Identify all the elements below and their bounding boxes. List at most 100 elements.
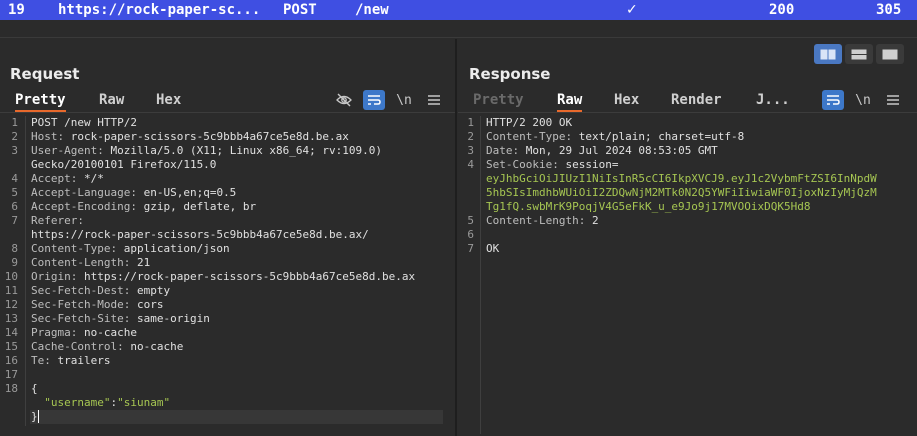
line-number: 8	[11, 242, 18, 255]
code-token: Content-Length:	[31, 256, 137, 269]
code-line: Sec-Fetch-Dest: empty	[31, 284, 170, 298]
code-token: Content-Type:	[31, 242, 124, 255]
request-pane: Request Pretty Raw Hex \n 1 POST /new HTT…	[0, 39, 455, 436]
line-number: 1	[467, 116, 474, 129]
code-token: Mozilla/5.0 (X11; Linux x86_64; rv:109.0…	[110, 144, 383, 157]
code-line: Pragma: no-cache	[31, 326, 137, 340]
newline-icon[interactable]: \n	[852, 90, 874, 110]
response-tab-json[interactable]: J...	[756, 91, 790, 113]
code-token: "username"	[31, 396, 111, 409]
history-row-host: https://rock-paper-sc...	[58, 2, 261, 18]
line-number: 9	[11, 256, 18, 269]
code-line: Referer:	[31, 214, 84, 228]
code-line: 5hbSIsImdhbWUiOiI2ZDQwNjM2MTk0N2Q5YWFiIi…	[486, 186, 877, 200]
code-token: https://rock-paper-scissors-5c9bbb4a67ce…	[31, 228, 369, 241]
code-line: Sec-Fetch-Site: same-origin	[31, 312, 210, 326]
history-row-status: 200	[769, 2, 795, 18]
code-token: OK	[486, 242, 500, 255]
line-number: 6	[467, 228, 474, 241]
request-tab-raw[interactable]: Raw	[99, 91, 124, 113]
code-token: Referer:	[31, 214, 84, 227]
response-tab-hex[interactable]: Hex	[614, 91, 639, 113]
split-vertical-icon[interactable]	[814, 44, 842, 64]
code-token: application/json	[123, 242, 230, 255]
response-title: Response	[469, 65, 551, 83]
code-token: trailers	[57, 354, 111, 367]
menu-icon[interactable]	[423, 90, 445, 110]
code-token: Accept:	[31, 172, 84, 185]
request-tabs: Pretty Raw Hex	[0, 91, 455, 113]
line-number: 1	[11, 116, 18, 129]
code-token: Sec-Fetch-Dest:	[31, 284, 137, 297]
line-number: 14	[4, 326, 18, 339]
history-row-selected[interactable]: 19 https://rock-paper-sc... POST /new ✓ …	[0, 0, 917, 20]
wrap-icon[interactable]	[363, 90, 385, 110]
code-token: POST /new HTTP/2	[31, 116, 137, 129]
request-tab-pretty[interactable]: Pretty	[15, 91, 66, 113]
code-token: rock-paper-scissors-5c9bbb4a67ce5e8d.be.…	[70, 130, 349, 143]
newline-icon[interactable]: \n	[393, 90, 415, 110]
response-tab-pretty[interactable]: Pretty	[473, 91, 524, 113]
code-token: en-US,en;q=0.5	[143, 186, 237, 199]
code-line: Date: Mon, 29 Jul 2024 08:53:05 GMT	[486, 144, 718, 158]
pane-divider[interactable]	[455, 39, 457, 436]
line-number: 7	[467, 242, 474, 255]
code-token: HTTP/2 200 OK	[486, 116, 573, 129]
line-number: 6	[11, 200, 18, 213]
code-line: Accept: */*	[31, 172, 104, 186]
code-line: eyJhbGciOiJIUzI1NiIsInR5cCI6IkpXVCJ9.eyJ…	[486, 172, 877, 186]
code-line: Accept-Language: en-US,en;q=0.5	[31, 186, 236, 200]
code-token: 2	[591, 214, 599, 227]
code-line: Sec-Fetch-Mode: cors	[31, 298, 163, 312]
line-number: 11	[4, 284, 18, 297]
line-number: 3	[11, 144, 18, 157]
wrap-icon[interactable]	[822, 90, 844, 110]
code-token: Accept-Language:	[31, 186, 144, 199]
request-tab-hex[interactable]: Hex	[156, 91, 181, 113]
line-number: 18	[4, 382, 18, 395]
split-horizontal-icon[interactable]	[845, 44, 873, 64]
code-token: Sec-Fetch-Mode:	[31, 298, 137, 311]
code-token: gzip, deflate, br	[143, 200, 257, 213]
line-number: 15	[4, 340, 18, 353]
history-row-method: POST	[283, 2, 317, 18]
line-number: 2	[11, 130, 18, 143]
code-line: Origin: https://rock-paper-scissors-5c9b…	[31, 270, 415, 284]
line-number: 7	[11, 214, 18, 227]
request-editor[interactable]: 1 POST /new HTTP/2 2 Host: rock-paper-sciss…	[0, 116, 445, 434]
code-line: {	[31, 382, 38, 396]
code-line: Accept-Encoding: gzip, deflate, br	[31, 200, 256, 214]
code-token: Tg1fQ.swbMrK9PoqjV4G5eFkK_u_e9Jo9j17MVOO…	[486, 200, 811, 213]
line-number: 5	[467, 214, 474, 227]
code-token: Mon, 29 Jul 2024 08:53:05 GMT	[525, 144, 718, 157]
code-token: Cache-Control:	[31, 340, 131, 353]
code-line: Gecko/20100101 Firefox/115.0	[31, 158, 216, 172]
single-pane-icon[interactable]	[876, 44, 904, 64]
code-token: Accept-Encoding:	[31, 200, 144, 213]
line-number: 2	[467, 130, 474, 143]
code-token: 21	[136, 256, 151, 269]
line-number: 10	[4, 270, 18, 283]
response-tab-render[interactable]: Render	[671, 91, 722, 113]
hide-eye-icon[interactable]	[333, 90, 355, 110]
checkmark-icon: ✓	[626, 2, 638, 18]
request-tabs-underline	[0, 112, 455, 113]
line-number: 12	[4, 298, 18, 311]
code-token: empty	[136, 284, 171, 297]
code-line: Content-Length: 21	[31, 256, 150, 270]
line-number: 4	[467, 158, 474, 171]
code-token: same-origin	[136, 312, 210, 325]
code-line: Te: trailers	[31, 354, 110, 368]
code-token: Content-Type:	[486, 130, 579, 143]
code-token: "siunam"	[117, 396, 171, 409]
code-token: eyJhbGciOiJIUzI1NiIsInR5cCI6IkpXVCJ9.eyJ…	[486, 172, 877, 185]
menu-icon[interactable]	[882, 90, 904, 110]
code-line: Content-Length: 2	[486, 214, 599, 228]
code-line: Content-Type: text/plain; charset=utf-8	[486, 130, 744, 144]
line-number: 16	[4, 354, 18, 367]
current-line-highlight	[30, 410, 443, 424]
response-editor[interactable]: 1 HTTP/2 200 OK 2 Content-Type: text/plain;…	[458, 116, 913, 434]
layout-toggle-group	[814, 44, 904, 64]
code-line: User-Agent: Mozilla/5.0 (X11; Linux x86_…	[31, 144, 382, 158]
response-tab-raw[interactable]: Raw	[557, 91, 583, 113]
